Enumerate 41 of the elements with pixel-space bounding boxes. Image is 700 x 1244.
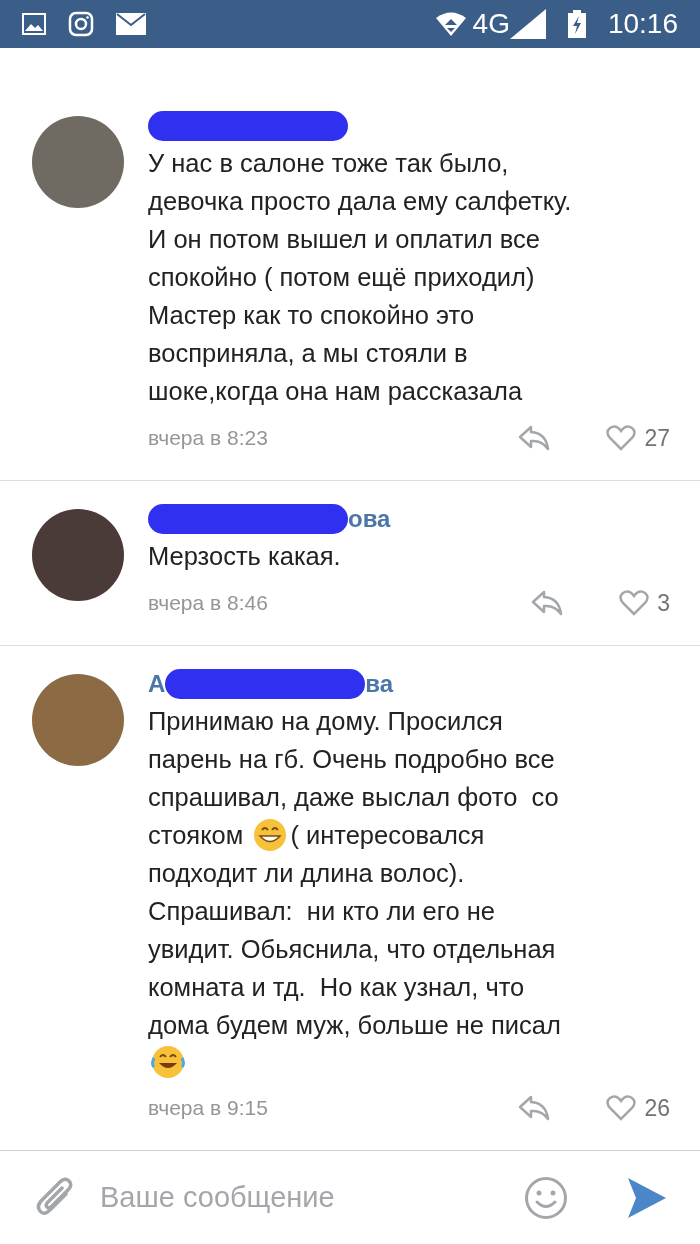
author-name[interactable]: А bbox=[148, 670, 166, 698]
author-name[interactable]: ва bbox=[365, 670, 394, 698]
camera-icon bbox=[68, 11, 94, 37]
comment-text: подходит ли длина волос). bbox=[148, 858, 465, 889]
comment-text: восприняла, а мы стояли в bbox=[148, 338, 468, 369]
comment-text: спокойно ( потом ещё приходил) bbox=[148, 262, 535, 293]
battery-icon bbox=[567, 10, 586, 38]
reply-button[interactable] bbox=[518, 1095, 551, 1121]
comment-text: девочка просто дала ему салфетку. bbox=[148, 186, 572, 217]
smiley-icon[interactable] bbox=[524, 1175, 568, 1220]
signal-icon bbox=[509, 9, 546, 39]
comment-text: Мастер как то спокойно это bbox=[148, 300, 475, 331]
like-button[interactable]: 27 bbox=[606, 424, 670, 452]
wifi-icon bbox=[434, 11, 467, 37]
clock: 10:16 bbox=[607, 8, 678, 40]
comment-text: шоке,когда она нам рассказала bbox=[148, 376, 523, 407]
comment-text: парень на гб. Очень подробно все bbox=[148, 744, 555, 775]
image-icon bbox=[22, 13, 46, 35]
send-icon[interactable] bbox=[626, 1175, 666, 1220]
comment-time: вчера в 8:23 bbox=[148, 426, 269, 450]
comment-time: вчера в 9:15 bbox=[148, 1096, 269, 1120]
laughing-tears-face-icon bbox=[150, 1044, 186, 1080]
network-type: 4G bbox=[472, 8, 510, 40]
comment-text: Мерзость какая. bbox=[148, 541, 341, 572]
comment-text: Принимаю на дому. Просился bbox=[148, 706, 503, 737]
reply-button[interactable] bbox=[518, 425, 551, 451]
comment-text: стояком bbox=[148, 820, 245, 851]
grinning-face-icon bbox=[252, 817, 289, 853]
comment-text: У нас в салоне тоже так было, bbox=[148, 148, 509, 179]
like-button[interactable]: 26 bbox=[606, 1094, 670, 1122]
comment-text: И он потом вышел и оплатил все bbox=[148, 224, 540, 255]
author-name[interactable]: ова bbox=[348, 505, 391, 533]
reply-button[interactable] bbox=[531, 590, 564, 616]
comment-text: увидит. Обьяснила, что отдельная bbox=[148, 934, 556, 965]
comment-text: комната и тд. Но как узнал, что bbox=[148, 972, 525, 1003]
comment-text: спрашивал, даже выслал фото со bbox=[148, 782, 559, 813]
comment-time: вчера в 8:46 bbox=[148, 591, 269, 615]
comment-text: дома будем муж, больше не писал bbox=[148, 1010, 561, 1041]
comment-text: Спрашивал: ни кто ли его не bbox=[148, 896, 496, 927]
mail-icon bbox=[116, 13, 146, 35]
comment-text: ( интересовался bbox=[290, 820, 485, 851]
